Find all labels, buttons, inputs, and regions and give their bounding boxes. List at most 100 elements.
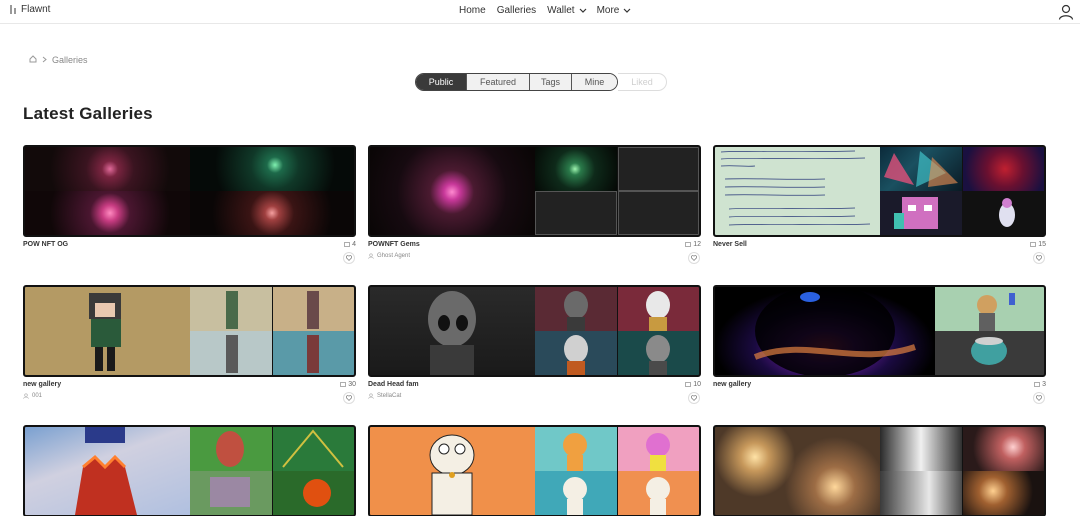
chevron-down-icon[interactable] [579,8,587,14]
preview-image [963,191,1044,235]
images-icon [1030,242,1037,247]
gallery-preview[interactable] [23,425,356,516]
preview-image [190,471,272,515]
chevron-down-icon[interactable] [623,8,631,14]
preview-image [535,331,617,375]
gallery-card[interactable]: POWNFT Gems 12 Ghost Agent [368,145,701,264]
preview-image [618,427,699,471]
gallery-name[interactable]: Dead Head fam [368,381,419,388]
item-count-value: 15 [1038,241,1046,248]
gallery-preview[interactable] [713,145,1046,237]
tab-public[interactable]: Public [416,74,467,90]
like-button[interactable] [688,252,700,264]
broken-image-placeholder [535,191,617,235]
images-icon [340,382,347,387]
gallery-card[interactable] [23,425,356,516]
preview-image [618,287,699,331]
item-count-value: 3 [1042,381,1046,388]
preview-image [618,331,699,375]
images-icon [1034,382,1040,387]
like-button[interactable] [343,392,355,404]
gallery-card[interactable]: POW NFT OG 4 [23,145,356,264]
user-icon [368,253,374,259]
breadcrumb-current: Galleries [52,55,88,65]
chevron-right-icon [42,55,47,65]
brand-logo[interactable]: Flawnt [9,4,50,15]
gallery-card[interactable]: new gallery 30 001 [23,285,356,404]
preview-image [190,287,272,331]
preview-image [370,147,535,235]
tab-featured[interactable]: Featured [467,74,530,90]
images-icon [685,382,692,387]
nav-home[interactable]: Home [459,5,486,16]
gallery-preview[interactable] [368,425,701,516]
gallery-card[interactable] [368,425,701,516]
preview-image [535,427,617,471]
item-count-value: 4 [352,241,356,248]
item-count-value: 30 [348,381,356,388]
gallery-preview[interactable] [713,285,1046,377]
preview-image [25,191,190,235]
gallery-preview[interactable] [713,425,1046,516]
gallery-card[interactable]: new gallery 3 [713,285,1046,404]
preview-image [190,147,354,191]
gallery-card[interactable] [713,425,1046,516]
home-icon[interactable] [29,55,37,65]
gallery-owner[interactable]: 001 [23,393,42,399]
page-title: Latest Galleries [23,104,153,123]
heart-icon [1036,395,1042,401]
broken-image-placeholder [618,191,699,235]
gallery-preview[interactable] [23,145,356,237]
like-button[interactable] [688,392,700,404]
gallery-name[interactable]: Never Sell [713,241,747,248]
preview-image [963,147,1044,191]
item-count: 10 [685,381,701,388]
nav-galleries[interactable]: Galleries [497,5,536,16]
preview-image [880,147,962,191]
preview-image [190,331,272,375]
nav-wallet[interactable]: Wallet [547,5,574,16]
gallery-card[interactable]: Never Sell 15 [713,145,1046,264]
item-count: 3 [1034,381,1046,388]
brand-name: Flawnt [21,4,51,15]
item-count: 30 [340,381,356,388]
gallery-preview[interactable] [23,285,356,377]
preview-image [618,471,699,515]
preview-image [190,191,354,235]
tab-mine[interactable]: Mine [572,74,617,90]
gallery-name[interactable]: POW NFT OG [23,241,68,248]
preview-image [25,427,190,515]
preview-image [935,331,1044,375]
nav-more[interactable]: More [597,5,620,16]
item-count: 15 [1030,241,1046,248]
gallery-name[interactable]: new gallery [713,381,751,388]
top-navigation-bar: Flawnt Home Galleries Wallet More [0,0,1080,24]
broken-image-placeholder [618,147,699,191]
like-button[interactable] [1033,392,1045,404]
preview-image [370,287,535,375]
like-button[interactable] [1033,252,1045,264]
breadcrumb: Galleries [29,55,88,65]
user-icon[interactable] [1058,4,1074,20]
owner-name: StellaCat [377,393,402,399]
tab-tags[interactable]: Tags [530,74,572,90]
user-icon [23,393,29,399]
images-icon [344,242,350,247]
heart-icon [346,395,352,401]
gallery-filter-tabs: Public Featured Tags Mine [415,73,618,91]
preview-image [273,331,354,375]
gallery-name[interactable]: POWNFT Gems [368,241,420,248]
like-button[interactable] [343,252,355,264]
preview-image [963,471,1044,515]
gallery-card[interactable]: Dead Head fam 10 StellaCat [368,285,701,404]
gallery-preview[interactable] [368,285,701,377]
preview-image [963,427,1044,471]
preview-image [273,287,354,331]
preview-image [273,471,354,515]
gallery-owner[interactable]: StellaCat [368,393,401,399]
gallery-owner[interactable]: Ghost Agent [368,253,410,259]
item-count-value: 12 [693,241,701,248]
gallery-preview[interactable] [368,145,701,237]
preview-image [715,287,935,375]
gallery-name[interactable]: new gallery [23,381,61,388]
